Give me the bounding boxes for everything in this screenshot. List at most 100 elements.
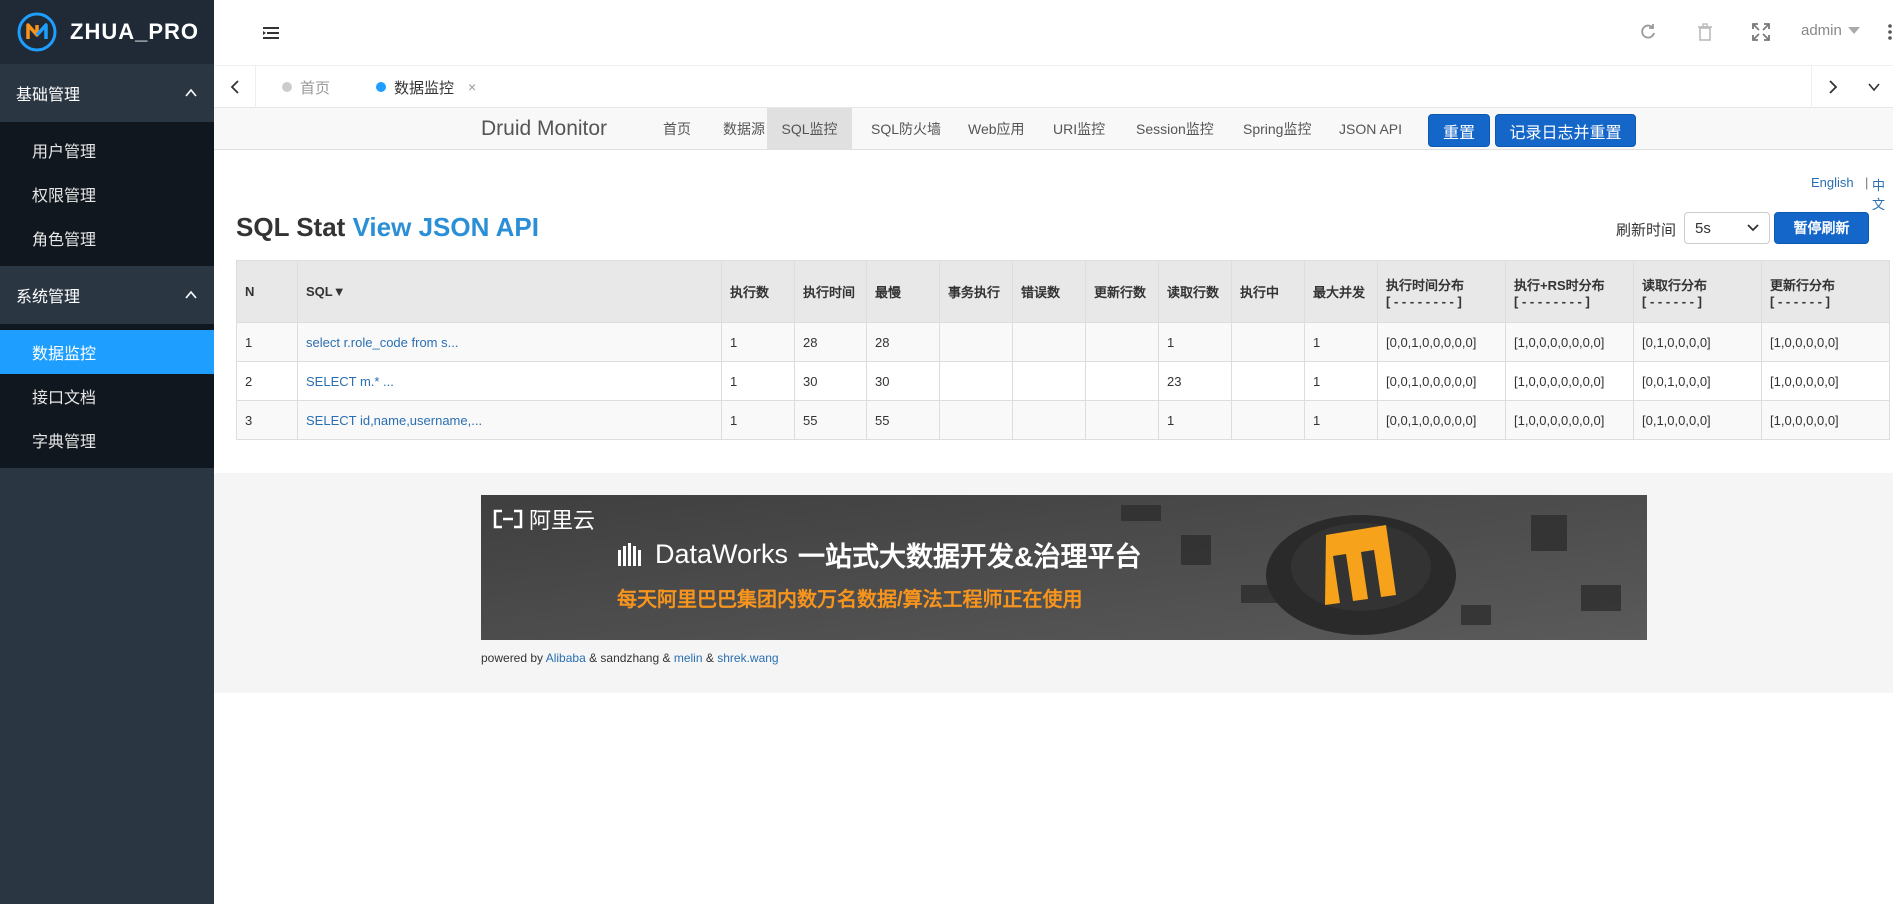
col-header[interactable]: 事务执行 — [939, 260, 1013, 323]
table-cell: 2 — [236, 361, 298, 401]
chevron-up-icon — [185, 88, 197, 97]
druid-nav-home[interactable]: 首页 — [651, 108, 703, 150]
pause-refresh-button[interactable]: 暂停刷新 — [1774, 212, 1869, 244]
sidebar-item-label: 角色管理 — [32, 232, 97, 249]
alibaba-link[interactable]: Alibaba — [546, 651, 586, 665]
table-cell — [939, 361, 1013, 401]
user-menu[interactable]: admin — [1801, 22, 1860, 39]
col-header[interactable]: N — [236, 260, 298, 323]
druid-nav-webapp[interactable]: Web应用 — [956, 108, 1037, 150]
sidebar-item-role-management[interactable]: 角色管理 — [0, 216, 214, 260]
col-header-sub: [ - - - - - - ] — [1770, 293, 1830, 309]
sql-link[interactable]: SELECT id,name,username,... — [306, 413, 482, 428]
tab-data-monitor[interactable]: 数据监控 × — [376, 66, 476, 108]
table-row: 3 SELECT id,name,username,... 1 55 55 1 … — [236, 400, 1890, 440]
tab-close-icon[interactable]: × — [468, 79, 476, 95]
powered-prefix: powered by — [481, 651, 544, 665]
table-cell — [1231, 361, 1305, 401]
menu-toggle-icon[interactable] — [262, 24, 280, 42]
col-header[interactable]: 执行时间 — [794, 260, 867, 323]
col-header[interactable]: 最慢 — [866, 260, 940, 323]
druid-nav-sql[interactable]: SQL监控 — [767, 108, 852, 150]
trash-icon[interactable] — [1695, 22, 1715, 42]
sql-link[interactable]: select r.role_code from s... — [306, 335, 458, 350]
table-cell: [1,0,0,0,0,0,0,0] — [1505, 361, 1634, 401]
druid-brand[interactable]: Druid Monitor — [481, 117, 607, 141]
menu-group-label: 系统管理 — [16, 289, 81, 306]
col-header[interactable]: 执行数 — [721, 260, 795, 323]
table-cell: 28 — [866, 322, 940, 362]
fullscreen-icon[interactable] — [1751, 22, 1771, 42]
tab-status-dot — [376, 82, 386, 92]
col-header[interactable]: 执行中 — [1231, 260, 1305, 323]
table-cell: 55 — [794, 400, 867, 440]
brand[interactable]: ZHUA_PRO — [0, 0, 214, 64]
table-cell — [1231, 322, 1305, 362]
tabs-dropdown-button[interactable] — [1853, 66, 1893, 108]
page-title: SQL Stat View JSON API — [236, 212, 539, 243]
tab-home[interactable]: 首页 — [282, 66, 330, 108]
menu-group-basic[interactable]: 基础管理 — [0, 64, 214, 122]
col-header[interactable]: 最大并发 — [1304, 260, 1378, 323]
lang-chinese-link[interactable]: 中文 — [1872, 175, 1893, 213]
col-header-sub: [ - - - - - - - - ] — [1386, 293, 1462, 309]
sql-link[interactable]: SELECT m.* ... — [306, 374, 394, 389]
table-cell: 30 — [794, 361, 867, 401]
melin-link[interactable]: melin — [674, 651, 703, 665]
banner-product: DataWorks — [655, 539, 789, 569]
col-header-label: 读取行分布 — [1642, 277, 1708, 293]
druid-nav-session[interactable]: Session监控 — [1124, 108, 1226, 150]
col-header[interactable]: 读取行数 — [1158, 260, 1232, 323]
refresh-icon[interactable] — [1638, 22, 1658, 42]
table-cell: [0,0,1,0,0,0] — [1633, 361, 1762, 401]
tabs-next-button[interactable] — [1811, 66, 1853, 108]
chevron-down-icon — [1747, 224, 1759, 232]
sidebar-item-label: 用户管理 — [32, 144, 97, 161]
col-header-label: 执行+RS时分布 — [1514, 277, 1605, 293]
table-cell — [939, 400, 1013, 440]
table-cell — [1231, 400, 1305, 440]
shrek-link[interactable]: shrek.wang — [717, 651, 778, 665]
druid-nav-uri[interactable]: URI监控 — [1041, 108, 1117, 150]
table-cell: 23 — [1158, 361, 1232, 401]
col-header[interactable]: 错误数 — [1012, 260, 1086, 323]
table-cell: [0,1,0,0,0,0] — [1633, 322, 1762, 362]
druid-nav-wall[interactable]: SQL防火墙 — [859, 108, 953, 150]
ad-banner[interactable]: 阿里云 DataWorks 一站式大数据开发&治理平台 每天阿里巴巴集团内数万名… — [481, 495, 1647, 640]
sidebar-item-permission-management[interactable]: 权限管理 — [0, 172, 214, 216]
menu-group-system[interactable]: 系统管理 — [0, 266, 214, 324]
col-header-sql[interactable]: SQL▼ — [297, 260, 722, 323]
tab-label: 首页 — [300, 79, 331, 97]
col-header[interactable]: 更新行数 — [1085, 260, 1159, 323]
druid-nav-json-api[interactable]: JSON API — [1327, 108, 1414, 150]
banner-title: DataWorks 一站式大数据开发&治理平台 — [617, 535, 1142, 574]
aliyun-logo-icon — [493, 509, 523, 529]
refresh-interval-select[interactable]: 5s — [1684, 212, 1770, 244]
druid-nav-spring[interactable]: Spring监控 — [1231, 108, 1323, 150]
col-header-histogram[interactable]: 执行时间分布[ - - - - - - - - ] — [1377, 260, 1506, 323]
log-and-reset-button[interactable]: 记录日志并重置 — [1495, 114, 1636, 147]
chevron-down-icon — [1868, 83, 1880, 92]
col-header-histogram[interactable]: 执行+RS时分布[ - - - - - - - - ] — [1505, 260, 1634, 323]
table-cell: [1,0,0,0,0,0] — [1761, 322, 1890, 362]
view-json-api-link[interactable]: View JSON API — [353, 212, 539, 242]
tabs-prev-button[interactable] — [214, 66, 256, 108]
more-vertical-icon[interactable] — [1886, 22, 1893, 42]
reset-button[interactable]: 重置 — [1428, 114, 1490, 147]
col-header-histogram[interactable]: 读取行分布[ - - - - - - ] — [1633, 260, 1762, 323]
table-cell-sql: SELECT id,name,username,... — [297, 400, 722, 440]
table-cell: [1,0,0,0,0,0] — [1761, 400, 1890, 440]
table-cell: [1,0,0,0,0,0,0,0] — [1505, 400, 1634, 440]
page-title-text: SQL Stat — [236, 212, 346, 242]
submenu-basic: 用户管理 权限管理 角色管理 — [0, 122, 214, 266]
sidebar-item-data-monitor[interactable]: 数据监控 — [0, 330, 214, 374]
lang-english-link[interactable]: English — [1811, 175, 1854, 190]
sidebar-item-dictionary[interactable]: 字典管理 — [0, 418, 214, 462]
table-cell — [1085, 322, 1159, 362]
chevron-right-icon — [1828, 80, 1837, 94]
sidebar-item-api-docs[interactable]: 接口文档 — [0, 374, 214, 418]
col-header-histogram[interactable]: 更新行分布[ - - - - - - ] — [1761, 260, 1890, 323]
druid-content: Druid Monitor 首页 数据源 SQL监控 SQL防火墙 Web应用 … — [214, 108, 1893, 904]
table-cell: 3 — [236, 400, 298, 440]
sidebar-item-user-management[interactable]: 用户管理 — [0, 128, 214, 172]
